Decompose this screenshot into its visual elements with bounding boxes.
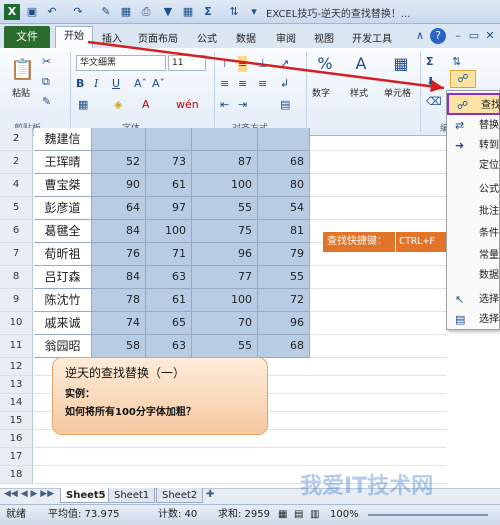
sheet-tab-sheet1[interactable]: Sheet1 (108, 488, 156, 503)
status-average: 平均值: 73.975 (48, 509, 120, 520)
note-line1: 实例： (65, 389, 95, 400)
status-bar: 就绪 平均值: 73.975 计数: 40 求和: 2959 ▦ ▤ ▥ 100… (0, 504, 500, 525)
status-ready: 就绪 (6, 509, 26, 520)
replace-icon: ⇄ (455, 119, 465, 132)
new-sheet-icon[interactable]: ✚ (206, 489, 214, 500)
binoculars-icon: ☍ (457, 99, 469, 112)
zoom-level[interactable]: 100% (330, 505, 359, 525)
view-layout-icon[interactable]: ▤ (294, 505, 303, 525)
selection-pane-icon: ▤ (455, 313, 466, 326)
find-select-menu: ☍ 查找 ⇄ 替换 ➜ 转到 定位 公式 批注 条件 常量 数据 ↖ 选择 ▤ 选择 (446, 90, 500, 330)
sheet-nav-icons[interactable]: ◀◀ ◀ ▶ ▶▶ (4, 489, 54, 499)
view-break-icon[interactable]: ▥ (310, 505, 319, 525)
watermark-text: 我爱IT技术网 (300, 474, 434, 499)
menu-item-selection-pane[interactable]: ▤ 选择 (447, 309, 500, 331)
note-line2: 如何将所有100分字体加粗？ (65, 407, 196, 418)
sheet-tab-sheet2[interactable]: Sheet2 (156, 488, 204, 503)
status-count: 计数: 40 (158, 509, 198, 520)
arrow-right-icon: ➜ (455, 139, 465, 152)
menu-item-select-objects[interactable]: ↖ 选择 (447, 289, 500, 311)
shortcut-callout: 查找快捷键： CTRL+F (323, 232, 449, 252)
annotation-arrow (87, 40, 445, 92)
menu-item-find[interactable]: ☍ 查找 (447, 93, 500, 115)
menu-item-goto-special[interactable]: 定位 (447, 155, 500, 177)
shortcut-label: 查找快捷键： (327, 236, 387, 247)
menu-item-constants[interactable]: 常量 (447, 245, 500, 267)
zoom-slider[interactable] (368, 514, 488, 516)
menu-item-formulas[interactable]: 公式 (447, 179, 500, 201)
shortcut-value: CTRL+F (395, 232, 449, 252)
instruction-note: 逆天的查找替换（一） 实例： 如何将所有100分字体加粗？ (52, 357, 268, 435)
sheet-tab-sheet5[interactable]: Sheet5 (60, 488, 112, 503)
pointer-icon: ↖ (455, 293, 465, 306)
menu-item-data-validation[interactable]: 数据 (447, 265, 500, 287)
menu-item-comments[interactable]: 批注 (447, 201, 500, 223)
note-title: 逆天的查找替换（一） (65, 366, 186, 380)
menu-item-goto[interactable]: ➜ 转到 (447, 135, 500, 157)
menu-item-replace[interactable]: ⇄ 替换 (447, 115, 500, 137)
menu-item-conditional[interactable]: 条件 (447, 223, 500, 245)
view-normal-icon[interactable]: ▦ (278, 505, 287, 525)
status-sum: 求和: 2959 (218, 509, 270, 520)
